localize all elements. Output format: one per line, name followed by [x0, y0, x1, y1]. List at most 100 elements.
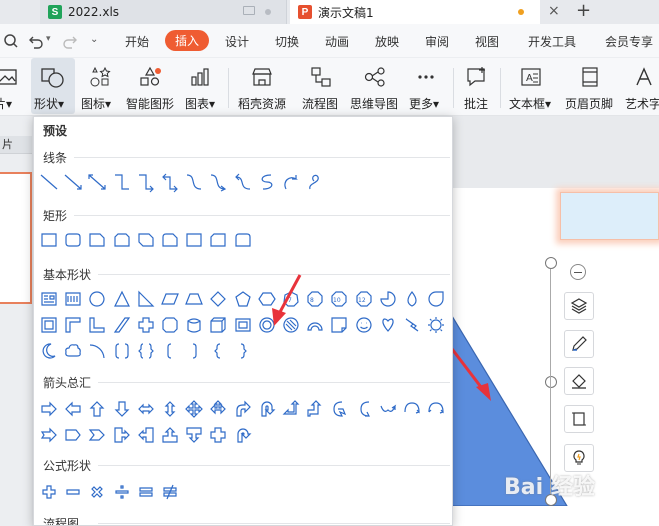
undo-dropdown-icon[interactable]: ▾ [46, 34, 51, 44]
more-menu-icon[interactable]: ⌄ [90, 34, 98, 45]
arrow-shape[interactable] [207, 398, 229, 420]
basic-shape[interactable] [183, 340, 205, 362]
arrow-shape[interactable] [183, 424, 205, 446]
new-tab-button[interactable]: + [576, 0, 591, 22]
basic-shape[interactable] [62, 340, 84, 362]
arrow-shape[interactable] [280, 398, 302, 420]
rectangle-shape[interactable] [111, 229, 133, 251]
basic-shape[interactable] [159, 288, 181, 310]
menu-animation[interactable]: 动画 [325, 33, 349, 50]
line-shape[interactable] [38, 171, 60, 193]
arrow-shape[interactable] [86, 398, 108, 420]
arrow-shape[interactable] [304, 398, 326, 420]
fill-button[interactable] [564, 367, 594, 395]
arrow-shape[interactable] [62, 398, 84, 420]
idea-button[interactable] [564, 444, 594, 472]
slide-thumbnail[interactable] [0, 172, 32, 304]
arrow-shape[interactable] [159, 398, 181, 420]
arrow-shape[interactable] [38, 398, 60, 420]
basic-shape[interactable] [135, 314, 157, 336]
equation-shape[interactable] [86, 481, 108, 503]
rectangle-shape[interactable] [135, 229, 157, 251]
arrow-shape[interactable] [62, 424, 84, 446]
basic-shape[interactable] [425, 288, 447, 310]
menu-slideshow[interactable]: 放映 [375, 33, 399, 50]
text-placeholder[interactable] [560, 192, 659, 240]
undo-icon[interactable] [28, 33, 44, 49]
tab-xls[interactable]: S 2022.xls [40, 0, 287, 24]
arrow-shape[interactable] [256, 398, 278, 420]
rectangle-shape[interactable] [207, 229, 229, 251]
close-tab-icon[interactable]: × [548, 3, 560, 19]
textbox-button[interactable]: A 文本框▾ [507, 58, 555, 114]
flowchart-button[interactable]: 流程图 [300, 58, 342, 114]
menu-view[interactable]: 视图 [475, 33, 499, 50]
basic-shape[interactable] [377, 288, 399, 310]
arrow-shape[interactable] [425, 398, 447, 420]
basic-shape[interactable] [401, 288, 423, 310]
search-icon[interactable] [2, 33, 18, 49]
basic-shape[interactable] [38, 288, 60, 310]
collapse-toolbar-button[interactable] [570, 264, 586, 280]
arrow-shape[interactable] [135, 398, 157, 420]
crop-button[interactable] [564, 405, 594, 433]
basic-shape[interactable] [111, 314, 133, 336]
mindmap-button[interactable]: 思维导图 [350, 58, 400, 114]
line-shape[interactable] [256, 171, 278, 193]
outline-button[interactable] [564, 330, 594, 358]
line-shape[interactable] [280, 171, 302, 193]
equation-shape[interactable] [62, 481, 84, 503]
line-shape[interactable] [183, 171, 205, 193]
basic-shape[interactable] [135, 288, 157, 310]
arrow-shape[interactable] [449, 398, 452, 420]
tab-presentation[interactable]: P 演示文稿1 [290, 0, 540, 24]
redo-icon[interactable] [62, 33, 78, 49]
arrow-shape[interactable] [38, 424, 60, 446]
rectangle-shape[interactable] [159, 229, 181, 251]
basic-shape[interactable] [159, 314, 181, 336]
arrow-shape[interactable] [111, 424, 133, 446]
basic-shape[interactable] [86, 288, 108, 310]
basic-shape[interactable] [111, 340, 133, 362]
arrow-shape[interactable] [207, 424, 229, 446]
arrow-shape[interactable] [377, 398, 399, 420]
rectangle-shape[interactable] [62, 229, 84, 251]
menu-design[interactable]: 设计 [225, 33, 249, 50]
menu-member[interactable]: 会员专享 [605, 33, 653, 50]
smartart-button[interactable]: 智能图形 [124, 58, 176, 114]
basic-shape[interactable]: 8 [304, 288, 326, 310]
basic-shape[interactable] [304, 314, 326, 336]
comment-button[interactable]: 批注 [460, 58, 494, 114]
basic-shape[interactable] [353, 314, 375, 336]
line-shape[interactable] [232, 171, 254, 193]
layers-button[interactable] [564, 292, 594, 320]
menu-insert[interactable]: 插入 [165, 30, 209, 51]
basic-shape[interactable] [207, 314, 229, 336]
line-shape[interactable] [304, 171, 326, 193]
slide-panel-tab[interactable]: 片 [0, 136, 32, 154]
basic-shape[interactable] [401, 314, 423, 336]
basic-shape[interactable] [62, 314, 84, 336]
line-shape[interactable] [207, 171, 229, 193]
basic-shape[interactable] [62, 288, 84, 310]
basic-shape[interactable] [159, 340, 181, 362]
rectangle-shape[interactable] [183, 229, 205, 251]
menu-transition[interactable]: 切换 [275, 33, 299, 50]
shape-button[interactable]: 形状▾ [31, 58, 75, 114]
basic-shape[interactable] [38, 340, 60, 362]
basic-shape[interactable] [232, 340, 254, 362]
basic-shape[interactable] [232, 288, 254, 310]
arrow-shape[interactable] [111, 398, 133, 420]
rectangle-shape[interactable] [86, 229, 108, 251]
arrow-shape[interactable] [353, 398, 375, 420]
equation-shape[interactable] [159, 481, 181, 503]
docer-resource-button[interactable]: 稻壳资源 [236, 58, 288, 114]
line-shape[interactable] [159, 171, 181, 193]
basic-shape[interactable] [377, 314, 399, 336]
equation-shape[interactable] [135, 481, 157, 503]
basic-shape[interactable] [232, 314, 254, 336]
arrow-shape[interactable] [135, 424, 157, 446]
menu-review[interactable]: 审阅 [425, 33, 449, 50]
basic-shape[interactable] [86, 314, 108, 336]
basic-shape[interactable] [183, 288, 205, 310]
